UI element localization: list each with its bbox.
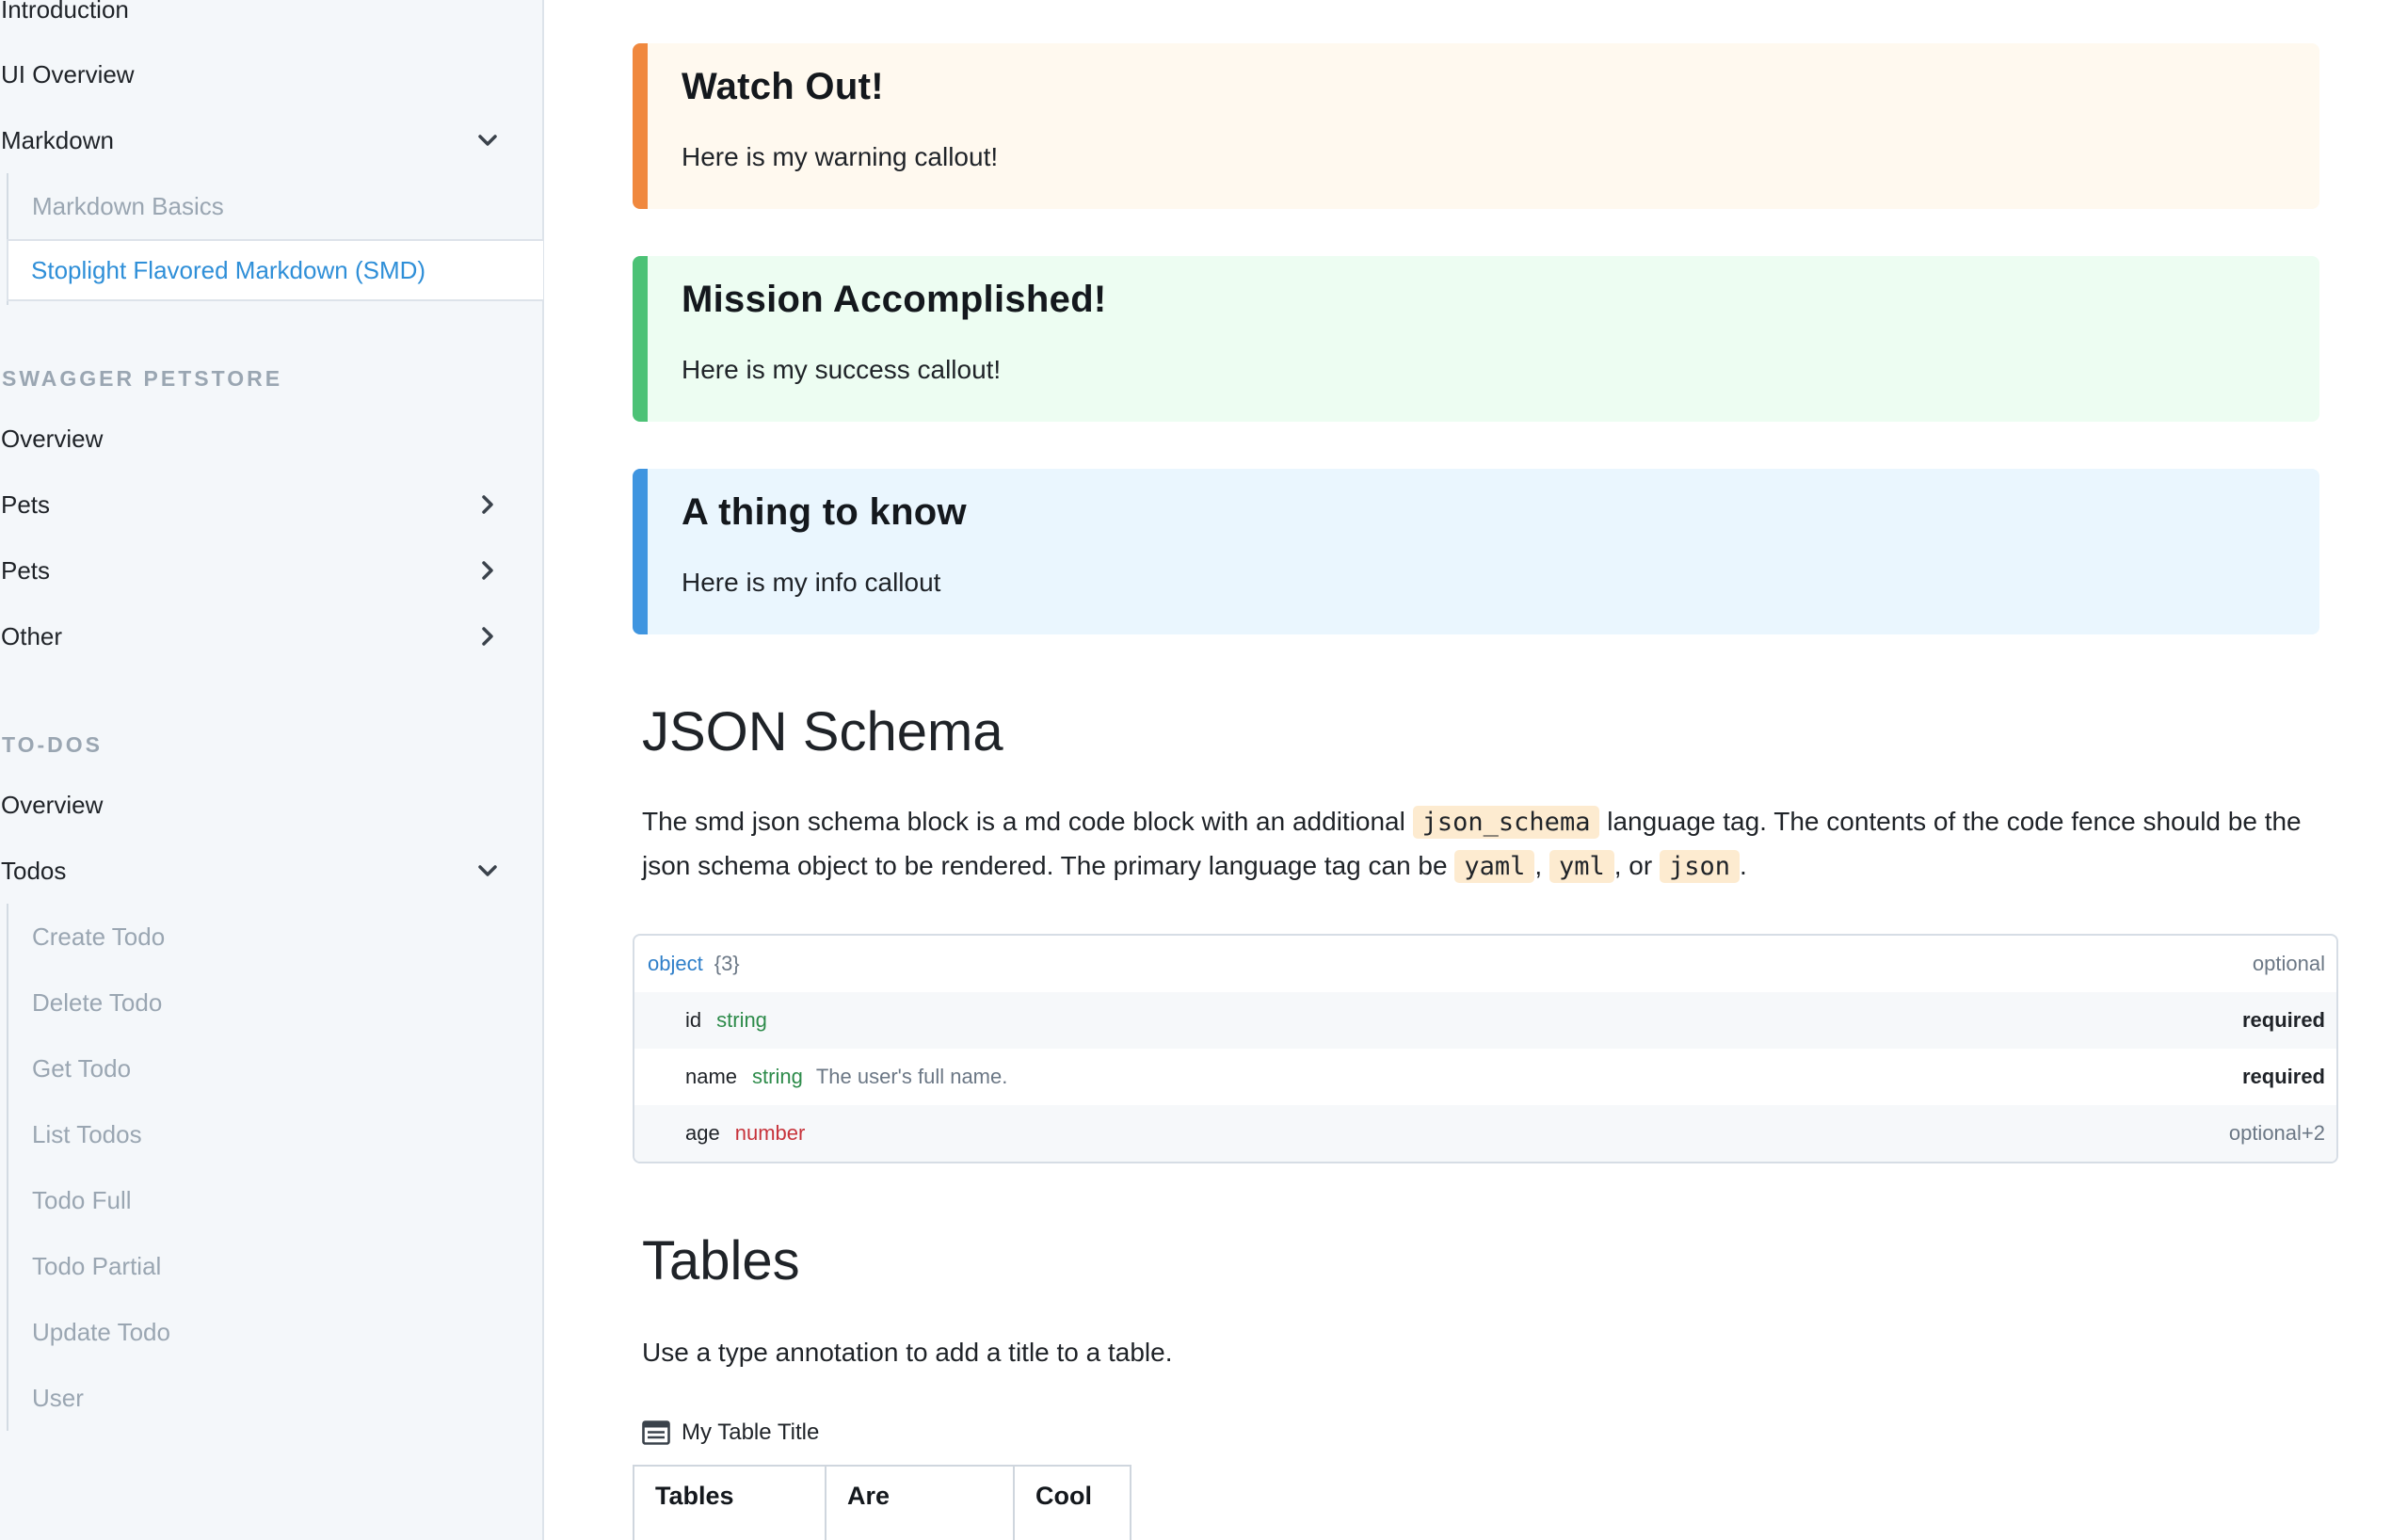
sidebar-item-pets[interactable]: Pets (0, 476, 527, 533)
main-content: Watch Out! Here is my warning callout! M… (546, 0, 2391, 1540)
chevron-down-icon[interactable] (473, 856, 503, 886)
chevron-right-icon[interactable] (473, 555, 503, 586)
schema-root-row[interactable]: object {3} optional (634, 936, 2336, 992)
inline-code: json_schema (1412, 806, 1600, 839)
warning-callout: Watch Out! Here is my warning callout! (633, 43, 2319, 209)
sidebar-item-todos[interactable]: Todos (0, 842, 527, 899)
sidebar-item-label: Markdown (1, 125, 114, 154)
callout-accent-bar (633, 256, 648, 422)
sidebar-item-label: List Todos (32, 1119, 142, 1148)
callout-accent-bar (633, 43, 648, 209)
text: , or (1613, 851, 1660, 880)
sidebar-item-list-todos[interactable]: List Todos (8, 1103, 542, 1165)
sidebar-item-get-todo[interactable]: Get Todo (8, 1037, 542, 1099)
callout-body: Here is my warning callout! (682, 142, 999, 171)
chevron-right-icon[interactable] (473, 489, 503, 520)
sidebar-item-update-todo[interactable]: Update Todo (8, 1301, 542, 1363)
sidebar-item-label: Stoplight Flavored Markdown (SMD) (31, 255, 426, 284)
sidebar-item-create-todo[interactable]: Create Todo (8, 906, 542, 968)
sidebar-item-introduction[interactable]: Introduction (0, 0, 527, 38)
sidebar-item-ui-overview[interactable]: UI Overview (0, 46, 527, 103)
property-flag: required (2241, 1065, 2325, 1088)
sidebar-item-label: Update Todo (32, 1317, 170, 1346)
property-type: string (752, 1065, 803, 1088)
text: . (1740, 851, 1747, 880)
success-callout: Mission Accomplished! Here is my success… (633, 256, 2319, 422)
property-name: id (685, 1008, 702, 1032)
sidebar-item-label: Todo Partial (32, 1251, 162, 1280)
table-header-cell: Are (826, 1467, 1015, 1540)
sidebar-item-label: User (32, 1383, 84, 1412)
json-schema-paragraph: The smd json schema block is a md code b… (642, 800, 2336, 889)
property-type: number (734, 1121, 806, 1145)
property-type: string (716, 1008, 767, 1032)
chevron-right-icon[interactable] (473, 621, 503, 651)
data-table: Tables Are Cool (633, 1465, 1131, 1540)
callout-body: Here is my success callout! (682, 355, 1002, 384)
callout-body: Here is my info callout (682, 568, 941, 597)
property-description: The user's full name. (815, 1065, 1008, 1088)
sidebar-item-delete-todo[interactable]: Delete Todo (8, 971, 542, 1034)
callout-title: Watch Out! (682, 66, 884, 107)
callout-title: A thing to know (682, 491, 967, 533)
sidebar-item-todos-overview[interactable]: Overview (0, 777, 527, 833)
table-header-cell: Tables (634, 1467, 826, 1540)
sidebar-item-label: Pets (1, 555, 51, 585)
sidebar-item-label: Todo Full (32, 1185, 132, 1214)
property-flag[interactable]: optional+2 (2229, 1121, 2325, 1146)
sidebar-item-label: Introduction (1, 0, 129, 24)
schema-root-type: object (648, 952, 703, 975)
sidebar-item-label: Overview (1, 790, 104, 819)
sidebar-item-markdown[interactable]: Markdown (0, 112, 527, 168)
property-flag: required (2241, 1008, 2325, 1032)
section-heading-petstore: SWAGGER PETSTORE (2, 366, 283, 391)
tables-heading: Tables (642, 1230, 800, 1291)
schema-property-row: name string The user's full name. requir… (634, 1049, 2336, 1105)
sidebar-item-label: Delete Todo (32, 987, 163, 1017)
inline-code: yml (1549, 850, 1614, 883)
property-name: name (685, 1065, 738, 1088)
schema-property-row: age number optional+2 (634, 1105, 2336, 1162)
callout-accent-bar (633, 469, 648, 634)
json-schema-viewer: object {3} optional id string required n… (633, 934, 2338, 1163)
info-callout: A thing to know Here is my info callout (633, 469, 2319, 634)
schema-root-count: {3} (714, 952, 740, 975)
property-name: age (685, 1121, 720, 1145)
table-header-cell: Cool (1035, 1482, 1092, 1510)
chevron-down-icon[interactable] (473, 125, 503, 155)
sidebar-item-label: Create Todo (32, 922, 166, 951)
json-schema-heading: JSON Schema (642, 701, 1003, 762)
table-icon (642, 1420, 670, 1445)
callout-title: Mission Accomplished! (682, 279, 1107, 320)
sidebar-item-other[interactable]: Other (0, 608, 527, 665)
section-heading-todos: TO-DOS (2, 732, 104, 757)
sidebar-item-todo-full[interactable]: Todo Full (8, 1169, 542, 1231)
inline-code: json (1659, 850, 1740, 883)
sidebar-item-todo-partial[interactable]: Todo Partial (8, 1235, 542, 1297)
tables-paragraph: Use a type annotation to add a title to … (642, 1338, 1173, 1367)
text: , (1534, 851, 1549, 880)
sidebar-item-label: Todos (1, 856, 67, 885)
sidebar-item-label: UI Overview (1, 59, 135, 88)
sidebar-item-smd[interactable]: Stoplight Flavored Markdown (SMD) (7, 239, 543, 301)
sidebar: Introduction UI Overview Markdown Markdo… (0, 0, 544, 1540)
sidebar-item-label: Overview (1, 424, 104, 453)
sidebar-item-label: Get Todo (32, 1053, 132, 1083)
sidebar-item-petstore-overview[interactable]: Overview (0, 410, 527, 467)
sidebar-item-pets-2[interactable]: Pets (0, 542, 527, 599)
text: The smd json schema block is a md code b… (642, 807, 1413, 836)
sidebar-item-label: Other (1, 621, 63, 650)
table-title: My Table Title (642, 1420, 819, 1446)
inline-code: yaml (1454, 850, 1535, 883)
schema-property-row: id string required (634, 992, 2336, 1049)
table-title-text: My Table Title (682, 1420, 820, 1445)
sidebar-item-label: Pets (1, 489, 51, 519)
sidebar-item-user[interactable]: User (8, 1367, 542, 1429)
schema-root-flag: optional (2252, 952, 2325, 975)
sidebar-item-label: Markdown Basics (32, 191, 224, 220)
sidebar-item-markdown-basics[interactable]: Markdown Basics (8, 175, 542, 237)
